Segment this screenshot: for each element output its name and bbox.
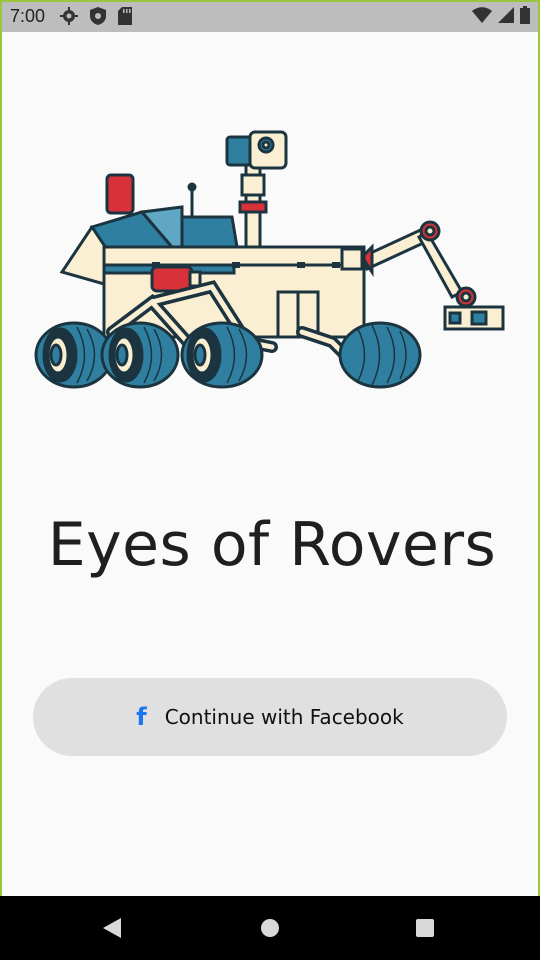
shield-icon <box>90 7 106 25</box>
facebook-button-label: Continue with Facebook <box>164 705 404 729</box>
signal-icon <box>498 7 514 23</box>
home-button[interactable] <box>230 896 310 960</box>
gear-icon <box>60 7 78 25</box>
navigation-bar <box>0 896 540 960</box>
facebook-icon: f <box>136 703 147 731</box>
home-icon <box>261 919 279 937</box>
wifi-icon <box>472 7 492 23</box>
back-icon <box>103 918 121 938</box>
app-title: Eyes of Rovers <box>47 510 497 580</box>
rover-logo <box>34 130 505 389</box>
sd-card-icon <box>118 7 132 25</box>
wheel-2 <box>100 321 180 389</box>
back-button[interactable] <box>72 896 152 960</box>
status-time: 7:00 <box>10 6 46 26</box>
recents-button[interactable] <box>385 896 465 960</box>
recents-icon <box>416 919 434 937</box>
main-content: Eyes of Rovers <box>2 32 538 894</box>
status-bar: 7:00 <box>0 0 540 32</box>
battery-icon <box>520 6 530 24</box>
continue-with-facebook-button[interactable]: f Continue with Facebook <box>33 678 507 756</box>
wheel-3 <box>180 321 264 389</box>
